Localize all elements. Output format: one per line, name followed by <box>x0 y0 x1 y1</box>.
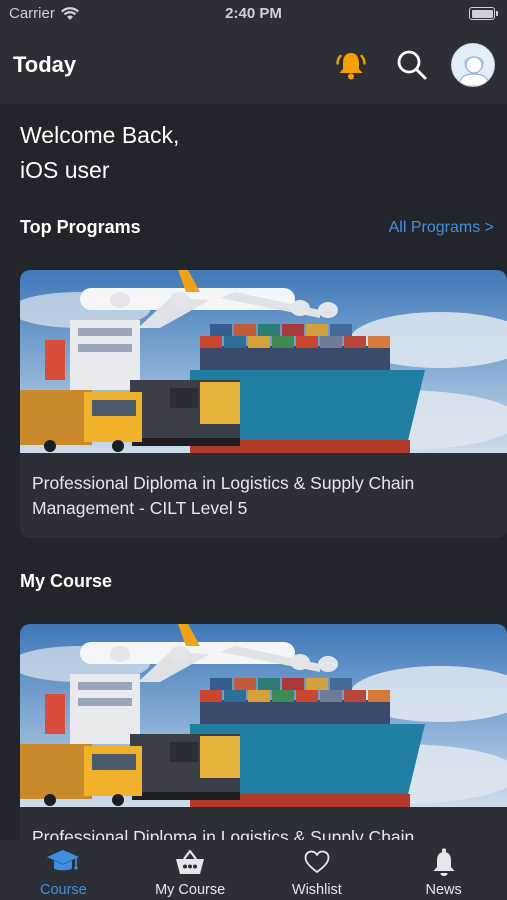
user-avatar-icon <box>452 44 494 86</box>
notifications-button[interactable] <box>328 42 374 88</box>
bell-icon <box>336 53 366 80</box>
home-content[interactable]: Welcome Back, iOS user Top Programs All … <box>0 104 507 840</box>
status-bar: Carrier 2:40 PM <box>0 0 507 28</box>
bottom-tab-bar: Course My Course Wishlist News <box>0 840 507 900</box>
search-icon <box>397 50 427 80</box>
course-title: Professional Diploma in Logistics & Supp… <box>32 827 415 840</box>
my-course-heading: My Course <box>20 571 113 591</box>
all-programs-link[interactable]: All Programs > <box>389 219 494 237</box>
tab-course-label: Course <box>40 882 87 898</box>
app-header: Today <box>0 28 507 104</box>
welcome-greeting: Welcome Back, <box>20 122 180 148</box>
search-button[interactable] <box>389 42 435 88</box>
tab-wishlist[interactable]: Wishlist <box>254 840 381 900</box>
heart-icon <box>304 850 330 873</box>
graduation-cap-icon <box>47 850 80 871</box>
battery-icon <box>469 7 498 20</box>
welcome-message: Welcome Back, iOS user <box>20 118 179 188</box>
page-title: Today <box>13 52 77 77</box>
welcome-username: iOS user <box>20 157 110 183</box>
program-title: Professional Diploma in Logistics & Supp… <box>32 473 415 518</box>
basket-icon <box>176 849 205 874</box>
tab-news-label: News <box>425 882 462 898</box>
tab-news[interactable]: News <box>380 840 507 900</box>
bell-icon <box>433 848 455 876</box>
clock-time: 2:40 PM <box>225 5 282 22</box>
program-thumbnail <box>20 270 507 453</box>
user-avatar-button[interactable] <box>451 43 495 87</box>
tab-course[interactable]: Course <box>0 840 127 900</box>
top-programs-heading: Top Programs <box>20 217 141 237</box>
tab-wishlist-label: Wishlist <box>291 882 342 898</box>
tab-my-course[interactable]: My Course <box>127 840 254 900</box>
my-course-card[interactable]: Professional Diploma in Logistics & Supp… <box>20 624 507 840</box>
course-thumbnail <box>20 624 507 807</box>
tab-my-course-label: My Course <box>155 882 226 898</box>
top-program-card[interactable]: Professional Diploma in Logistics & Supp… <box>20 270 507 538</box>
